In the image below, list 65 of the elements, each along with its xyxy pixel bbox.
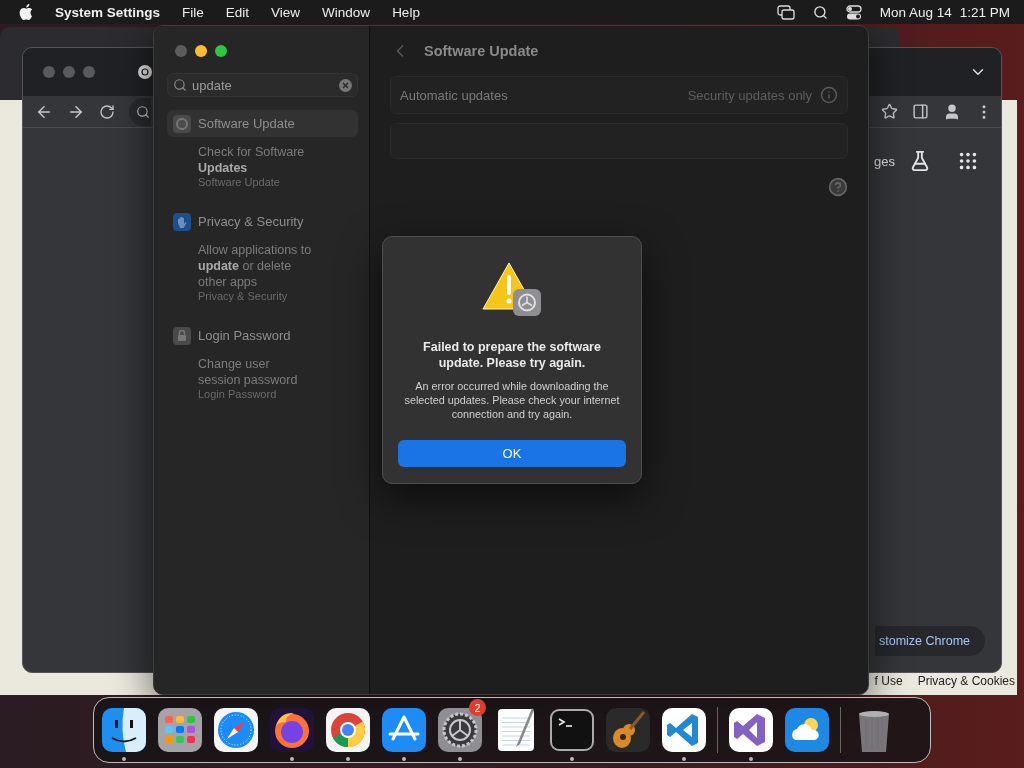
- row-label: Automatic updates: [400, 87, 508, 103]
- customize-button[interactable]: stomize Chrome: [875, 626, 985, 656]
- app-grid-icon[interactable]: [156, 706, 204, 754]
- apps-grid-icon[interactable]: [957, 150, 979, 172]
- ok-button[interactable]: OK: [398, 440, 626, 467]
- compass-icon[interactable]: [212, 706, 260, 754]
- profile-icon[interactable]: [943, 102, 961, 121]
- lock-icon: [173, 326, 191, 345]
- images-link[interactable]: ges: [874, 153, 895, 169]
- help-icon[interactable]: [828, 177, 848, 197]
- menu-item[interactable]: View: [271, 4, 301, 20]
- date-text[interactable]: Mon Aug 14: [879, 4, 952, 20]
- toggles-icon[interactable]: [845, 4, 862, 20]
- warning-gear-icon: [481, 261, 543, 317]
- cloud-sun-icon[interactable]: [783, 706, 831, 754]
- result-description[interactable]: Change user session password: [198, 356, 313, 388]
- result-title[interactable]: Software Update: [167, 110, 358, 137]
- result-path: Software Update: [198, 176, 281, 188]
- fox-icon[interactable]: [268, 706, 316, 754]
- minimize-dot[interactable]: [195, 45, 207, 57]
- page-title: Software Update: [424, 43, 539, 59]
- zoom-dot[interactable]: [215, 45, 227, 57]
- address-field[interactable]: [129, 97, 151, 126]
- smiling-face-icon[interactable]: [100, 706, 148, 754]
- result-path: Login Password: [198, 388, 278, 400]
- code-editor-icon[interactable]: [660, 706, 708, 754]
- dialog-title: Failed to prepare the software update. Please try again.: [422, 339, 602, 371]
- dialog-message: An error occurred while downloading the selected updates. Please check your internet connection and try again.: [404, 379, 620, 421]
- screen-mirroring-icon[interactable]: [776, 4, 795, 20]
- result-title[interactable]: Login Password: [167, 322, 358, 349]
- side-panel-icon[interactable]: [912, 103, 929, 120]
- menu-item[interactable]: Edit: [225, 4, 250, 20]
- terminal-icon[interactable]: [548, 706, 596, 754]
- menu-item[interactable]: Window: [322, 4, 371, 20]
- search-field[interactable]: update: [167, 73, 358, 97]
- ide-logo-icon[interactable]: [727, 706, 775, 754]
- close-dot[interactable]: [175, 45, 187, 57]
- guitar-icon[interactable]: [604, 706, 652, 754]
- apple-logo-icon[interactable]: [19, 4, 33, 20]
- browser-logo-icon[interactable]: [137, 64, 153, 80]
- minimize-dot[interactable]: [63, 66, 75, 78]
- clear-icon[interactable]: [339, 78, 352, 92]
- footer-link[interactable]: f Use: [874, 674, 903, 688]
- search-icon: [136, 104, 150, 119]
- reload-icon[interactable]: [99, 103, 115, 120]
- menu-item[interactable]: File: [182, 4, 204, 20]
- app-menu[interactable]: System Settings: [55, 4, 161, 20]
- zoom-dot[interactable]: [83, 66, 95, 78]
- app-store-icon[interactable]: [380, 706, 428, 754]
- round-logo-icon[interactable]: [324, 706, 372, 754]
- close-dot[interactable]: [43, 66, 55, 78]
- flask-icon[interactable]: [909, 150, 931, 172]
- result-path: Privacy & Security: [198, 290, 289, 302]
- search-icon: [173, 78, 187, 92]
- menu-item[interactable]: Help: [392, 4, 420, 20]
- row-value: Security updates only: [687, 87, 812, 103]
- star-icon[interactable]: [881, 103, 898, 120]
- result-description[interactable]: Allow applications to update or delete other apps: [198, 242, 313, 290]
- notification-badge: 2: [469, 699, 486, 716]
- footer-link[interactable]: Privacy & Cookies: [917, 674, 1015, 688]
- result-description[interactable]: Check for Software Updates: [198, 144, 313, 176]
- result-title[interactable]: Privacy & Security: [167, 208, 358, 235]
- hand-icon: [173, 212, 191, 231]
- search-icon[interactable]: [812, 4, 828, 20]
- clock-text[interactable]: 1:21 PM: [959, 4, 1010, 20]
